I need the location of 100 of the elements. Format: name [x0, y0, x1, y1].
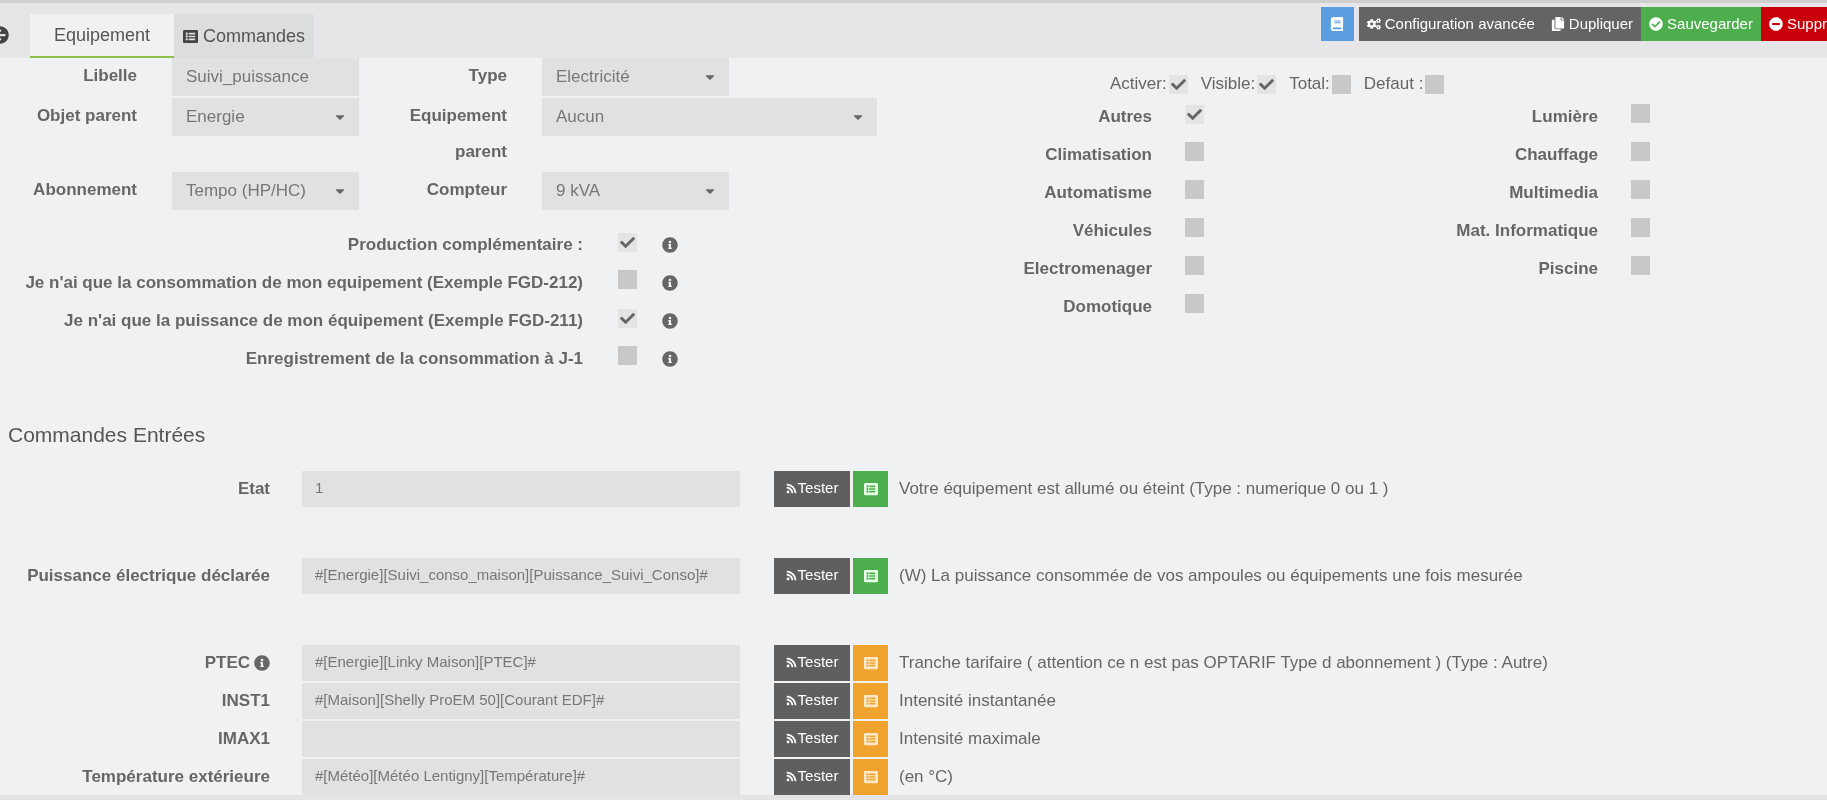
- tab[interactable]: Equipement: [30, 14, 175, 58]
- checkbox[interactable]: [1185, 180, 1204, 199]
- save-button[interactable]: Sauvegarder: [1641, 7, 1761, 41]
- category-label: Multimedia: [1508, 182, 1598, 205]
- checkbox[interactable]: [1185, 105, 1204, 124]
- category-label: Lumière: [1530, 106, 1598, 129]
- select-field[interactable]: Energie: [172, 98, 359, 136]
- info-icon[interactable]: [662, 237, 678, 253]
- select-field[interactable]: Electricité: [542, 58, 729, 96]
- field-label: Type: [467, 65, 507, 87]
- section-title: Commandes Entrées: [8, 422, 207, 448]
- advanced-config-button[interactable]: Configuration avancée: [1358, 7, 1543, 41]
- field-label: Abonnement: [32, 179, 137, 201]
- command-field[interactable]: #[Météo][Météo Lentigny][Température]#: [302, 758, 740, 795]
- checkbox[interactable]: [1631, 142, 1650, 161]
- configure-button[interactable]: [853, 720, 888, 757]
- flag-label: Visible:: [1200, 73, 1256, 96]
- command-description: (en °C): [899, 765, 954, 788]
- select-field[interactable]: 9 kVA: [542, 172, 729, 210]
- field-label: Libelle: [82, 65, 137, 87]
- input-field[interactable]: Suivi_puissance: [172, 58, 359, 96]
- command-field[interactable]: 1: [302, 470, 740, 507]
- configure-button[interactable]: [853, 557, 888, 594]
- checkbox[interactable]: [1631, 256, 1650, 275]
- checkbox[interactable]: [618, 233, 637, 252]
- list-icon: [863, 693, 878, 708]
- checkbox[interactable]: [618, 309, 637, 328]
- info-icon[interactable]: [254, 654, 270, 671]
- gears-icon: [1366, 17, 1381, 31]
- checkbox[interactable]: [1185, 218, 1204, 237]
- checkbox[interactable]: [618, 346, 637, 365]
- command-description: (W) La puissance consommée de vos ampoules ou équipements une fois mesurée: [899, 564, 1523, 587]
- info-icon[interactable]: [662, 351, 678, 367]
- flag-label: Defaut :: [1363, 73, 1424, 96]
- checkbox[interactable]: [1631, 218, 1650, 237]
- command-label: Puissance électrique déclarée: [27, 564, 270, 587]
- rss-icon: [785, 483, 797, 494]
- category-label: Véhicules: [1071, 220, 1152, 243]
- test-button[interactable]: Tester: [774, 470, 850, 507]
- category-label: Electromenager: [1022, 258, 1152, 281]
- checkbox[interactable]: [1425, 74, 1445, 94]
- checkbox[interactable]: [1631, 104, 1650, 123]
- category-label: Autres: [1097, 106, 1152, 129]
- flag-label: Activer:: [1110, 73, 1167, 96]
- checkbox[interactable]: [1257, 74, 1277, 94]
- test-button[interactable]: Tester: [774, 758, 850, 795]
- command-label: PTEC: [204, 651, 250, 674]
- option-label: Production complémentaire :: [346, 234, 583, 257]
- list-icon: [863, 769, 878, 784]
- rss-icon: [785, 771, 797, 782]
- command-field[interactable]: #[Maison][Shelly ProEM 50][Courant EDF]#: [302, 682, 740, 719]
- checkbox[interactable]: [1185, 142, 1204, 161]
- copy-icon: [1550, 17, 1565, 31]
- configure-button[interactable]: [853, 682, 888, 719]
- command-description: Intensité instantanée: [899, 689, 1056, 712]
- rss-icon: [785, 657, 797, 668]
- category-label: Mat. Informatique: [1455, 220, 1598, 243]
- list-icon: [863, 481, 878, 496]
- rss-icon: [785, 733, 797, 744]
- notice-button[interactable]: [1320, 7, 1354, 41]
- command-label: Température extérieure: [82, 765, 270, 788]
- command-label: IMAX1: [218, 727, 270, 750]
- command-field[interactable]: #[Energie][Linky Maison][PTEC]#: [302, 644, 740, 681]
- checkbox[interactable]: [1185, 294, 1204, 313]
- test-button[interactable]: Tester: [774, 682, 850, 719]
- rss-icon: [785, 695, 797, 706]
- command-description: Intensité maximale: [899, 727, 1041, 750]
- select-field[interactable]: Tempo (HP/HC): [172, 172, 359, 210]
- command-label: Etat: [237, 477, 270, 500]
- category-label: Domotique: [1062, 296, 1152, 319]
- command-field[interactable]: #[Energie][Suivi_conso_maison][Puissance_Suivi_Conso]#: [302, 557, 740, 594]
- configure-button[interactable]: [853, 470, 888, 507]
- delete-button[interactable]: Suppr: [1760, 7, 1827, 41]
- flag-label: Total:: [1289, 73, 1330, 96]
- test-button[interactable]: Tester: [774, 557, 850, 594]
- command-description: Votre équipement est allumé ou éteint (Type : numerique 0 ou 1 ): [899, 477, 1389, 500]
- command-label: INST1: [221, 689, 270, 712]
- checkbox[interactable]: [1331, 74, 1351, 94]
- configure-button[interactable]: [853, 758, 888, 795]
- checkbox[interactable]: [1168, 74, 1188, 94]
- test-button[interactable]: Tester: [774, 644, 850, 681]
- select-field[interactable]: Aucun: [542, 98, 877, 136]
- option-label: Enregistrement de la consommation à J-1: [244, 348, 583, 371]
- book-icon: [1330, 17, 1345, 31]
- checkbox[interactable]: [618, 270, 637, 289]
- checkbox[interactable]: [1631, 180, 1650, 199]
- tab[interactable]: Commandes: [174, 14, 315, 58]
- configure-button[interactable]: [853, 644, 888, 681]
- info-icon[interactable]: [662, 313, 678, 329]
- checkbox[interactable]: [1185, 256, 1204, 275]
- duplicate-button[interactable]: Dupliquer: [1542, 7, 1642, 41]
- rss-icon: [785, 570, 797, 581]
- option-label: Je n'ai que la consommation de mon equipement (Exemple FGD-212): [24, 272, 583, 295]
- info-icon[interactable]: [662, 275, 678, 291]
- field-label: Compteur: [425, 179, 507, 201]
- list-icon: [183, 28, 199, 44]
- list-icon: [863, 655, 878, 670]
- field-label: Objet parent: [35, 105, 137, 127]
- category-label: Chauffage: [1513, 144, 1598, 167]
- test-button[interactable]: Tester: [774, 720, 850, 757]
